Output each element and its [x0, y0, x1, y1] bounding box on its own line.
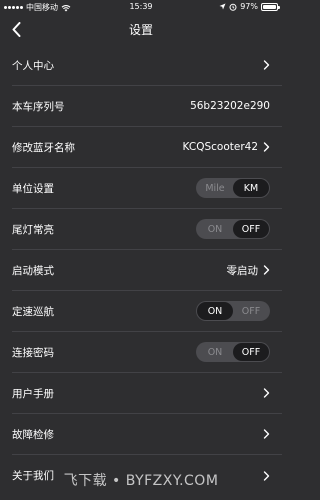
row-label: 个人中心	[12, 59, 54, 72]
location-arrow-icon	[219, 3, 226, 10]
row-right: 零启动	[227, 263, 271, 278]
settings-list: 个人中心 本车序列号 56b23202e290 修改蓝牙名称 KCQScoote…	[0, 45, 282, 496]
row-right: KCQScooter42	[183, 141, 270, 153]
row-connection-password: 连接密码 ON OFF	[12, 332, 282, 373]
status-right: 97%	[219, 2, 280, 11]
chevron-right-icon	[263, 429, 270, 439]
row-right	[263, 429, 270, 439]
password-option-off[interactable]: OFF	[233, 343, 269, 361]
row-label: 本车序列号	[12, 100, 65, 113]
row-label: 故障检修	[12, 428, 54, 441]
row-personal-center[interactable]: 个人中心	[12, 45, 282, 86]
row-label: 用户手册	[12, 387, 54, 400]
alarm-icon	[229, 3, 237, 11]
row-troubleshooting[interactable]: 故障检修	[12, 414, 282, 455]
watermark: 飞下载 • BYFZXY.COM	[63, 473, 219, 489]
password-toggle[interactable]: ON OFF	[196, 342, 270, 362]
chevron-right-icon	[263, 142, 270, 152]
unit-toggle[interactable]: Mile KM	[196, 178, 270, 198]
row-label: 尾灯常亮	[12, 223, 54, 236]
nav-bar: 设置	[0, 14, 282, 44]
chevron-right-icon	[263, 60, 270, 70]
unit-option-mile[interactable]: Mile	[197, 179, 233, 197]
cruise-option-on[interactable]: ON	[197, 302, 233, 320]
start-mode-value: 零启动	[226, 264, 259, 277]
battery-percent: 97%	[240, 2, 258, 11]
chevron-right-icon	[263, 388, 270, 398]
page-title: 设置	[128, 23, 153, 37]
row-label: 修改蓝牙名称	[12, 141, 75, 154]
serial-number-value: 56b23202e290	[190, 100, 270, 112]
row-label: 启动模式	[12, 264, 54, 277]
password-option-on[interactable]: ON	[197, 343, 233, 361]
row-right: 56b23202e290	[190, 100, 270, 112]
row-right	[263, 388, 270, 398]
row-user-manual[interactable]: 用户手册	[12, 373, 282, 414]
row-bluetooth-name[interactable]: 修改蓝牙名称 KCQScooter42	[12, 127, 282, 168]
unit-option-km[interactable]: KM	[233, 179, 269, 197]
cruise-toggle[interactable]: ON OFF	[196, 301, 270, 321]
status-bar: 中国移动 15:39 97%	[0, 0, 282, 14]
row-label: 连接密码	[12, 346, 54, 359]
row-start-mode[interactable]: 启动模式 零启动	[12, 250, 282, 291]
taillight-option-off[interactable]: OFF	[233, 220, 269, 238]
taillight-toggle[interactable]: ON OFF	[196, 219, 270, 239]
cruise-option-off[interactable]: OFF	[233, 302, 269, 320]
battery-icon	[261, 2, 280, 11]
chevron-right-icon	[263, 265, 270, 275]
row-right	[263, 60, 270, 70]
row-taillight: 尾灯常亮 ON OFF	[12, 209, 282, 250]
settings-screen: 中国移动 15:39 97% 设置 个人中心 本车序列号 56b23202e29…	[0, 0, 282, 500]
row-cruise-control: 定速巡航 ON OFF	[12, 291, 282, 332]
row-unit-setting: 单位设置 Mile KM	[12, 168, 282, 209]
battery-fill	[263, 4, 276, 9]
row-label: 定速巡航	[12, 305, 54, 318]
row-label: 单位设置	[12, 182, 54, 195]
bluetooth-name-value: KCQScooter42	[182, 141, 258, 153]
taillight-option-on[interactable]: ON	[197, 220, 233, 238]
row-serial-number: 本车序列号 56b23202e290	[12, 86, 282, 127]
